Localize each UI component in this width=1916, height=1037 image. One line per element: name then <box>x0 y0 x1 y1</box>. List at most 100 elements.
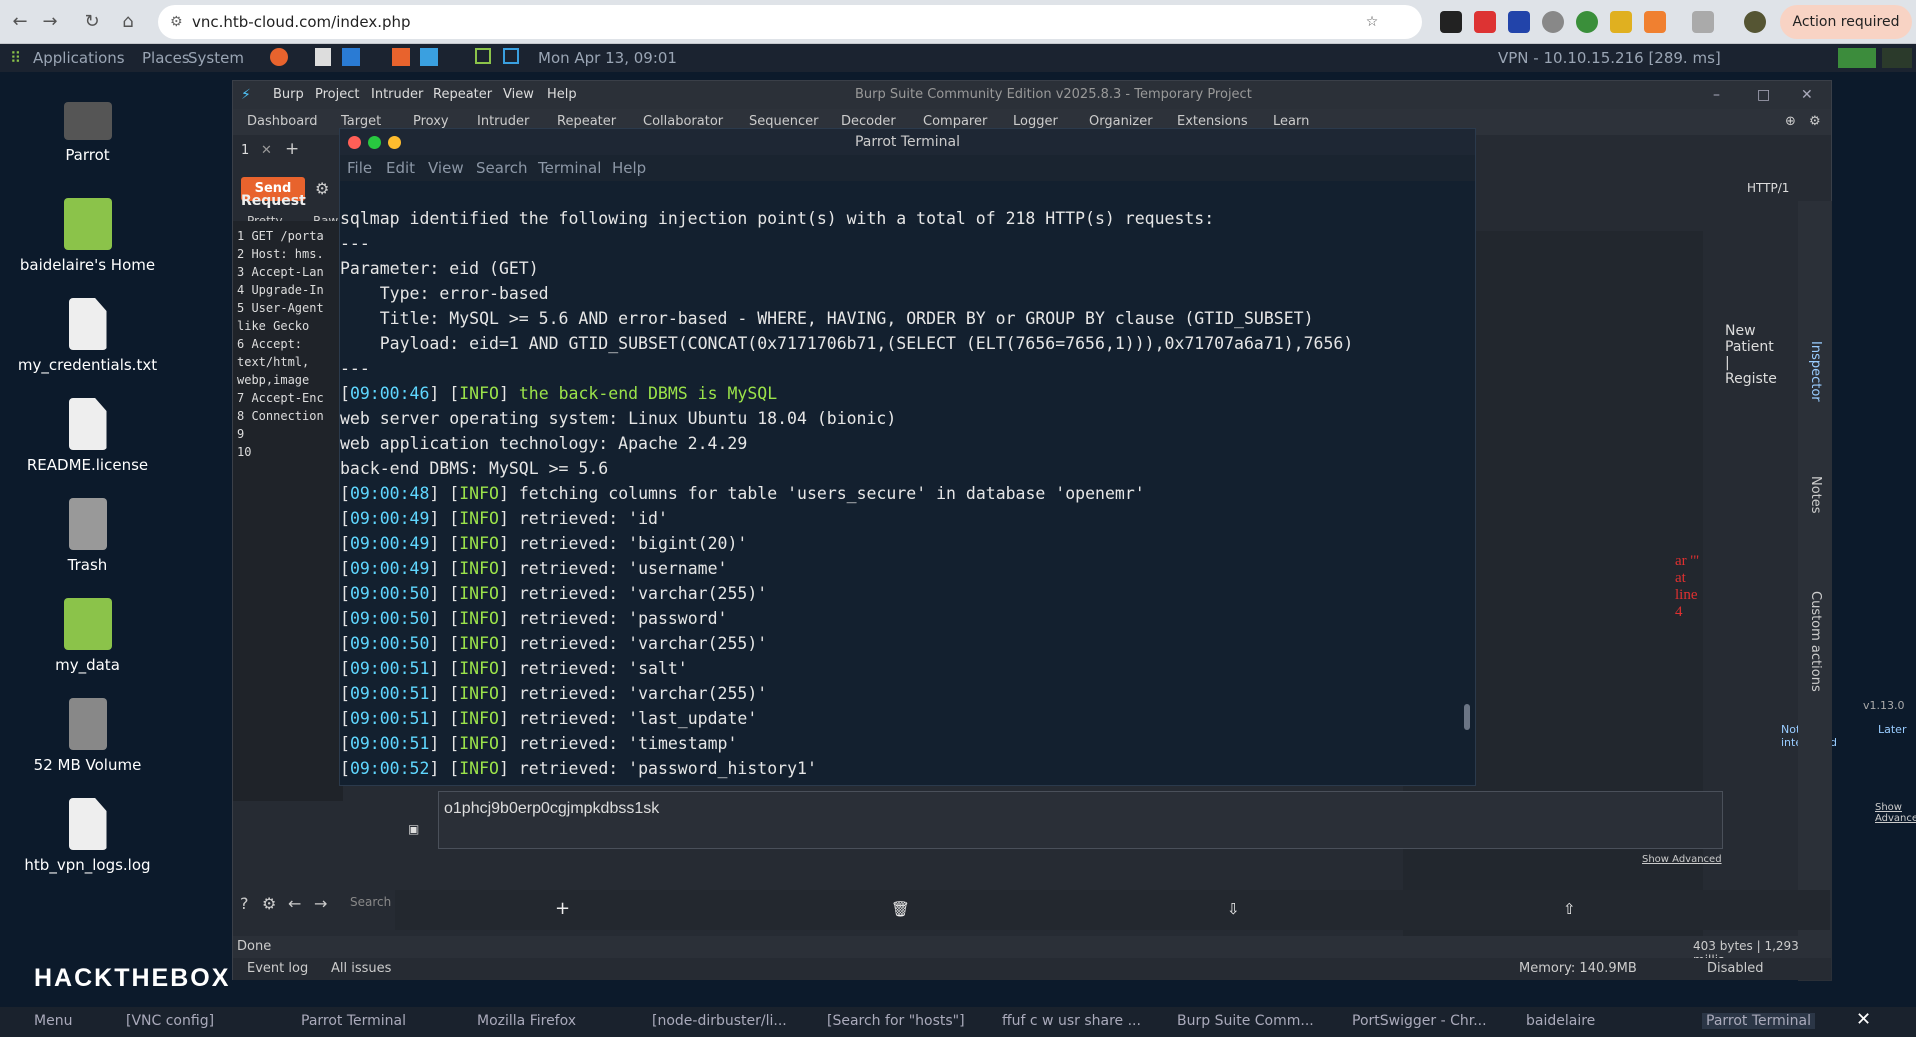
tab-comparer[interactable]: Comparer <box>923 114 987 129</box>
event-log-link[interactable]: Event log <box>247 961 308 976</box>
terminal-launcher-icon[interactable] <box>475 48 491 64</box>
desktop-icon-parrot[interactable]: Parrot <box>10 98 165 164</box>
import-icon[interactable]: ⇩ <box>1227 900 1240 918</box>
tab-dashboard[interactable]: Dashboard <box>247 114 318 129</box>
add-icon[interactable]: + <box>555 898 570 919</box>
terminal-menu-file[interactable]: File <box>347 159 372 177</box>
close-icon[interactable]: ✕ <box>1801 87 1813 103</box>
tab-intruder[interactable]: Intruder <box>477 114 529 129</box>
repeater-subtab[interactable]: 1 <box>241 143 249 158</box>
tab-repeater[interactable]: Repeater <box>557 114 616 129</box>
home-icon[interactable]: ⌂ <box>116 10 140 34</box>
extension-icon[interactable] <box>1508 11 1530 33</box>
tab-sequencer[interactable]: Sequencer <box>749 114 818 129</box>
extension-icon[interactable] <box>1644 11 1666 33</box>
terminal-menu-edit[interactable]: Edit <box>386 159 415 177</box>
bookmark-star-icon[interactable]: ☆ <box>1360 10 1384 34</box>
later-link[interactable]: Later <box>1878 723 1906 736</box>
taskbar-item[interactable]: [VNC config] <box>126 1013 214 1029</box>
app-launcher-icon[interactable] <box>420 48 438 66</box>
tab-organizer[interactable]: Organizer <box>1089 114 1153 129</box>
applications-menu[interactable]: Applications <box>33 49 125 67</box>
system-menu[interactable]: System <box>188 49 244 67</box>
extension-icon[interactable] <box>1610 11 1632 33</box>
minimize-icon[interactable] <box>388 136 401 149</box>
tab-decoder[interactable]: Decoder <box>841 114 896 129</box>
extension-icon[interactable] <box>1542 11 1564 33</box>
tab-target[interactable]: Target <box>341 114 381 129</box>
maximize-icon[interactable] <box>368 136 381 149</box>
close-icon[interactable]: ✕ <box>1856 1009 1871 1030</box>
previous-icon[interactable]: ← <box>288 894 301 913</box>
desktop-icon-trash[interactable]: Trash <box>10 498 165 574</box>
taskbar-item[interactable]: ffuf c w usr share ... <box>1002 1013 1141 1029</box>
settings-gear-icon[interactable]: ⚙ <box>262 894 276 913</box>
reload-icon[interactable]: ↻ <box>80 10 104 34</box>
terminal-menu-search[interactable]: Search <box>476 159 528 177</box>
minimize-icon[interactable]: – <box>1713 87 1720 103</box>
extension-icon[interactable] <box>1474 11 1496 33</box>
show-advanced-link[interactable]: Show Advanced <box>1875 802 1916 824</box>
all-issues-link[interactable]: All issues <box>331 961 391 976</box>
custom-actions-tab[interactable]: Custom actions <box>1808 591 1823 692</box>
address-bar[interactable]: ⚙ vnc.htb-cloud.com/index.php <box>158 5 1422 39</box>
delete-icon[interactable]: 🗑 <box>891 900 910 918</box>
extension-icon[interactable] <box>1440 11 1462 33</box>
burp-menu-item[interactable]: View <box>503 87 534 102</box>
apps-grid-icon[interactable]: ⠿ <box>10 49 21 67</box>
taskbar-menu[interactable]: Menu <box>34 1013 72 1029</box>
text-editor-launcher-icon[interactable] <box>315 48 331 66</box>
browser-tab-title[interactable]: New Patient | Registe <box>1725 323 1777 387</box>
taskbar-item[interactable]: Parrot Terminal <box>301 1013 406 1029</box>
taskbar-item[interactable]: Mozilla Firefox <box>477 1013 576 1029</box>
tab-collaborator[interactable]: Collaborator <box>643 114 723 129</box>
terminal-output[interactable]: sqlmap identified the following injectio… <box>340 181 1460 781</box>
settings-gear-icon[interactable]: ⚙ <box>315 179 329 198</box>
inspector-tab[interactable]: Inspector <box>1808 341 1823 402</box>
request-editor[interactable]: 1 GET /porta 2 Host: hms. 3 Accept-Lan 4… <box>233 221 343 801</box>
desktop-icon-my-data[interactable]: my_data <box>10 598 165 674</box>
terminal-scrollbar[interactable] <box>1464 704 1470 730</box>
extension-icon[interactable] <box>1576 11 1598 33</box>
terminal-menu-view[interactable]: View <box>428 159 464 177</box>
tab-proxy[interactable]: Proxy <box>413 114 449 129</box>
taskbar-item[interactable]: [Search for "hosts"] <box>827 1013 965 1029</box>
cookie-value-field[interactable]: o1phcj9b0erp0cgjmpkdbss1sk <box>438 791 1723 849</box>
settings-gear-icon[interactable]: ⚙ <box>1809 114 1821 129</box>
close-tab-icon[interactable]: ✕ <box>261 143 272 158</box>
export-icon[interactable]: ⇧ <box>1563 900 1576 918</box>
search-input[interactable]: Search <box>350 895 391 909</box>
burp-menu-item[interactable]: Burp <box>273 87 304 102</box>
site-info-icon[interactable]: ⚙ <box>170 5 183 39</box>
back-icon[interactable]: ← <box>8 10 32 34</box>
notes-tab[interactable]: Notes <box>1808 476 1823 514</box>
next-icon[interactable]: → <box>314 894 327 913</box>
desktop-icon-home[interactable]: baidelaire's Home <box>10 198 165 274</box>
tab-extensions[interactable]: Extensions <box>1177 114 1248 129</box>
window-launcher-icon[interactable] <box>503 48 519 64</box>
burp-menu-item[interactable]: Repeater <box>433 87 492 102</box>
desktop-icon-credentials[interactable]: my_credentials.txt <box>10 298 165 374</box>
proxy-disabled-dropdown[interactable]: Disabled <box>1707 961 1763 976</box>
add-tab-icon[interactable]: + <box>285 139 299 159</box>
close-icon[interactable] <box>348 136 361 149</box>
vscode-launcher-icon[interactable] <box>342 48 360 66</box>
burp-menu-item[interactable]: Project <box>315 87 359 102</box>
taskbar-item[interactable]: Burp Suite Comm... <box>1177 1013 1314 1029</box>
http-version-toggle[interactable]: HTTP/1 <box>1747 181 1789 195</box>
tab-logger[interactable]: Logger <box>1013 114 1058 129</box>
show-advanced-link[interactable]: Show Advanced <box>1642 854 1722 865</box>
taskbar-item-active[interactable]: Parrot Terminal <box>1702 1013 1816 1029</box>
burp-menu-item[interactable]: Intruder <box>371 87 423 102</box>
help-icon[interactable]: ? <box>240 894 249 913</box>
globe-icon[interactable]: ⊕ <box>1785 114 1796 129</box>
forward-icon[interactable]: → <box>38 10 62 34</box>
maximize-icon[interactable]: □ <box>1757 87 1770 103</box>
desktop-icon-volume[interactable]: 52 MB Volume <box>10 698 165 774</box>
taskbar-item[interactable]: PortSwigger - Chr... <box>1352 1013 1487 1029</box>
terminal-menu-terminal[interactable]: Terminal <box>538 159 601 177</box>
taskbar-item[interactable]: baidelaire <box>1526 1013 1595 1029</box>
burp-menu-item[interactable]: Help <box>547 87 577 102</box>
save-icon[interactable]: ▣ <box>408 822 419 836</box>
extensions-puzzle-icon[interactable] <box>1692 11 1714 33</box>
